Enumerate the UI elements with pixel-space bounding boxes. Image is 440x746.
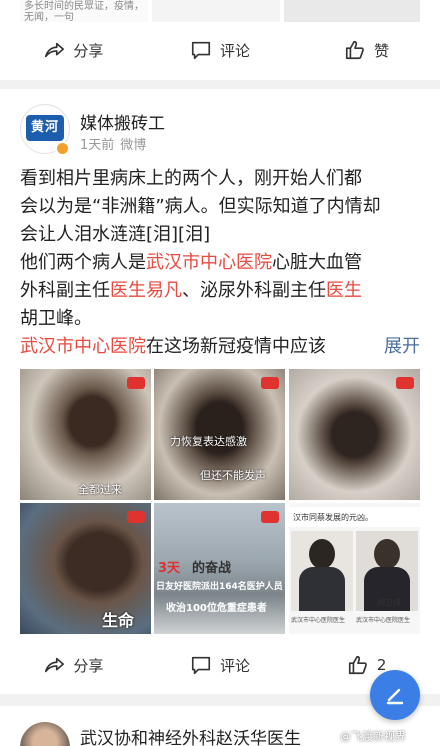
post-text-line: 他们两个病人是武汉市中心医院心脏大血管 [20, 252, 362, 273]
post-image-4[interactable]: 生命 [20, 503, 151, 634]
tv-logo-icon [261, 377, 279, 389]
pen-icon [386, 688, 404, 705]
thumbs-up-icon [346, 40, 365, 60]
post-source: 微博 [120, 138, 147, 153]
comment-button[interactable]: 评论 [147, 641, 294, 689]
post-image-6[interactable]: 汉市同蔡发展的元凶。 易 凡 胡卫峰 武汉市中心医院医生 武汉市中心医院医生 [289, 503, 420, 634]
previous-post-card: 多长时间的民眾证，疫情，无闻，一句 分享 评论 赞 [0, 0, 440, 80]
post-text-line: 会以为是“非洲籍”病人。但实际知道了内情却 [20, 196, 381, 217]
topic-link[interactable]: 医生 [326, 280, 362, 301]
post-text-line: 外科副主任医生易凡、泌尿外科副主任医生 [20, 280, 362, 301]
verified-badge-icon [55, 141, 70, 156]
comment-label: 评论 [220, 41, 251, 60]
post-text-line: 武汉市中心医院在这场新冠疫情中应该 展开 [20, 333, 420, 361]
author-name[interactable]: 媒体搬砖工 [80, 109, 165, 134]
post-text-line: 会让人泪水涟涟[泪][泪] [20, 224, 211, 245]
post-image-1[interactable]: 全都过来 [20, 369, 151, 500]
tv-logo-icon [396, 377, 414, 389]
share-icon [45, 657, 65, 673]
share-button[interactable]: 分享 [0, 641, 147, 689]
post-text-line: 胡卫峰。 [20, 308, 92, 329]
post-image-5[interactable]: 3天 的奋战 日友好医院派出164名医护人员 收治100位危重症患者 [154, 503, 285, 634]
share-label: 分享 [73, 41, 104, 60]
post-time: 1天前 [80, 138, 115, 153]
comment-label: 评论 [220, 656, 251, 675]
post-image-3[interactable] [289, 369, 420, 500]
avatar[interactable] [20, 722, 70, 746]
like-button[interactable]: 2 [293, 641, 440, 689]
watermark: @飞渡新视界 [340, 730, 406, 743]
topic-link[interactable]: 武汉市中心医院 [146, 252, 272, 273]
like-button[interactable]: 赞 [293, 26, 440, 74]
post-text: 看到相片里病床上的两个人，刚开始人们都 会以为是“非洲籍”病人。但实际知道了内情… [20, 165, 420, 361]
topic-link[interactable]: 武汉市中心医院 [20, 336, 146, 357]
compose-button[interactable] [370, 670, 420, 720]
previous-post-snippet: 多长时间的民眾证，疫情，无闻，一句 [20, 0, 148, 22]
previous-post-actions: 分享 评论 赞 [0, 26, 440, 74]
post-card: 黄河 媒体搬砖工 1天前 微博 看到相片里病床上的两个人，刚开始人们都 会以为是… [0, 89, 440, 694]
share-label: 分享 [73, 656, 104, 675]
weibo-feed: 多长时间的民眾证，疫情，无闻，一句 分享 评论 赞 黄河 媒体搬砖工 1天前 微… [0, 0, 440, 746]
image-grid: 全都过来 力恢复表达感激 但还不能发声 生命 3天 的奋战 日友好医院派出164… [20, 369, 420, 634]
comment-icon [191, 656, 211, 675]
tv-logo-icon [127, 511, 145, 523]
post-meta: 1天前 微博 [80, 134, 146, 153]
comment-icon [191, 41, 211, 60]
post-image-2[interactable]: 力恢复表达感激 但还不能发声 [154, 369, 285, 500]
share-button[interactable]: 分享 [0, 26, 147, 74]
previous-post-image [152, 0, 280, 22]
tv-logo-icon [127, 377, 145, 389]
topic-link[interactable]: 医生易凡 [110, 280, 182, 301]
thumbs-up-icon [348, 655, 367, 675]
author-name[interactable]: 武汉协和神经外科赵沃华医生 [80, 724, 301, 746]
expand-link[interactable]: 展开 [354, 333, 420, 361]
previous-post-image [284, 0, 420, 22]
share-icon [45, 42, 65, 58]
avatar-logo: 黄河 [26, 115, 64, 141]
tv-logo-icon [261, 511, 279, 523]
like-label: 赞 [374, 41, 390, 60]
comment-button[interactable]: 评论 [147, 26, 294, 74]
post-text-line: 看到相片里病床上的两个人，刚开始人们都 [20, 168, 362, 189]
